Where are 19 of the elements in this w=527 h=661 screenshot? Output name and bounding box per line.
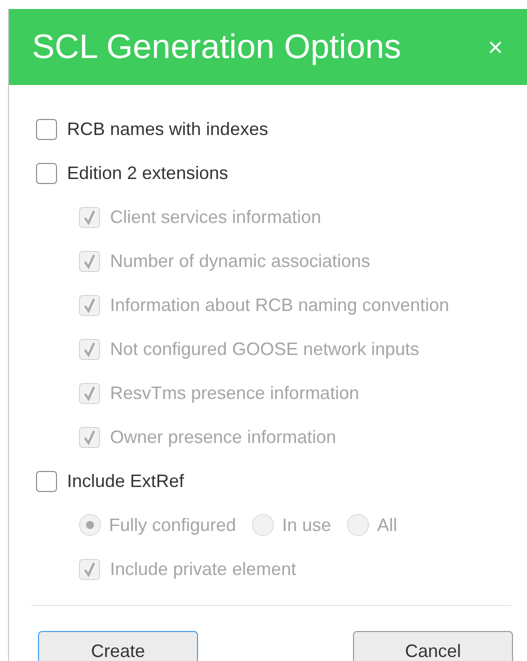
radio-label: All — [377, 514, 398, 536]
checkbox-label: Edition 2 extensions — [67, 162, 228, 184]
checkbox-label: Client services information — [110, 206, 322, 228]
checkbox-label: Owner presence information — [110, 426, 336, 448]
checkbox[interactable] — [36, 118, 57, 140]
checkbox[interactable] — [36, 470, 57, 492]
checkbox-label: Include ExtRef — [67, 470, 184, 492]
radio-label: Fully configured — [109, 514, 236, 536]
radio-label: In use — [282, 514, 332, 536]
checkbox[interactable] — [36, 162, 57, 184]
checkbox-label: Number of dynamic associations — [110, 250, 370, 272]
checkbox-label: RCB names with indexes — [67, 118, 268, 140]
dialog-title: SCL Generation Options — [32, 28, 402, 66]
checkbox-label: ResvTms presence information — [110, 382, 360, 404]
checkbox-label: Include private element — [110, 558, 296, 580]
dialog-button[interactable]: Cancel — [353, 631, 513, 661]
checkbox-label: Information about RCB naming convention — [110, 294, 450, 316]
checkbox-label: Not configured GOOSE network inputs — [110, 338, 420, 360]
dialog-button[interactable]: Create — [38, 631, 198, 661]
